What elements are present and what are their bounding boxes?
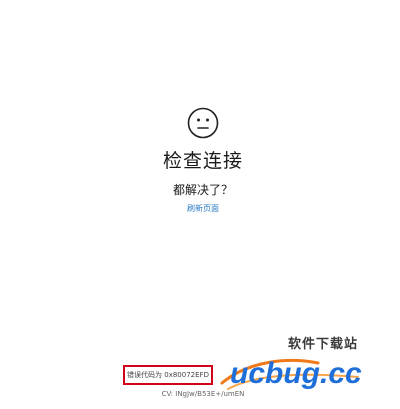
neutral-face-icon <box>187 107 219 139</box>
error-page: 检查连接 都解决了？ 刷新页面 错误代码为 0x80072EFD CV: INg… <box>0 0 400 409</box>
resolved-question: 都解决了？ <box>172 183 233 197</box>
error-code-text: 错误代码为 0x80072EFD <box>127 371 209 379</box>
watermark-logo: ucbug.cc <box>220 357 362 390</box>
site-watermark: 软件下载站 ucbug.cc <box>218 333 400 393</box>
refresh-page-link[interactable]: 刷新页面 <box>0 203 400 214</box>
watermark-logo-text: ucbug.cc <box>230 357 362 390</box>
error-code-box: 错误代码为 0x80072EFD <box>123 365 213 385</box>
page-title: 检查连接 <box>162 150 243 172</box>
